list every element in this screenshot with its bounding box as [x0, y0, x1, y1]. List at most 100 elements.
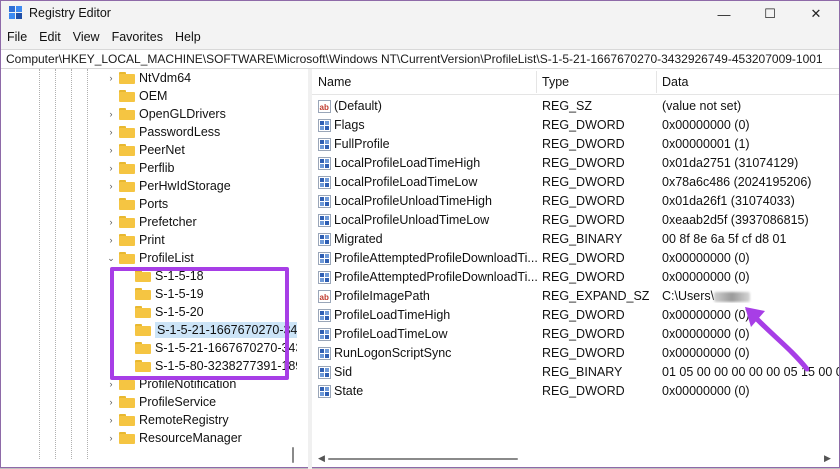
- folder-icon: [119, 180, 135, 192]
- column-header-type[interactable]: Type: [542, 75, 569, 89]
- list-item[interactable]: FullProfile REG_DWORD 0x00000001 (1): [312, 135, 839, 154]
- folder-icon: [119, 414, 135, 426]
- value-type: REG_SZ: [542, 99, 593, 113]
- value-type: REG_DWORD: [542, 308, 625, 322]
- value-name: Migrated: [334, 232, 383, 246]
- list-item[interactable]: LocalProfileLoadTimeLow REG_DWORD 0x78a6c4…: [312, 173, 839, 192]
- folder-icon: [119, 252, 135, 264]
- maximize-button[interactable]: ☐: [747, 1, 793, 27]
- registry-editor-app-icon: [9, 6, 22, 19]
- tree-scrollbar-thumb[interactable]: [292, 447, 294, 463]
- tree-node-label: NtVdm64: [139, 71, 192, 85]
- folder-icon: [119, 126, 135, 138]
- value-name: (Default): [334, 99, 382, 113]
- expand-chevron-icon[interactable]: ›: [105, 163, 117, 173]
- title-bar[interactable]: Registry Editor — ☐ ✕: [1, 1, 839, 27]
- menu-edit[interactable]: Edit: [33, 27, 67, 49]
- values-list: Name Type Data ab (Default) REG_SZ (value n…: [312, 69, 839, 459]
- value-type: REG_DWORD: [542, 251, 625, 265]
- value-type: REG_DWORD: [542, 327, 625, 341]
- address-bar[interactable]: Computer\HKEY_LOCAL_MACHINE\SOFTWARE\Mic…: [1, 49, 839, 69]
- list-item[interactable]: LocalProfileUnloadTimeLow REG_DWORD 0xeaab…: [312, 211, 839, 230]
- expand-chevron-icon[interactable]: ›: [105, 379, 117, 389]
- value-name: State: [334, 384, 364, 398]
- folder-icon: [119, 234, 135, 246]
- tree-node[interactable]: › Perflib: [105, 159, 175, 177]
- column-header-name[interactable]: Name: [318, 75, 351, 89]
- binary-value-icon: [318, 157, 331, 170]
- list-item[interactable]: State REG_DWORD 0x00000000 (0): [312, 382, 839, 401]
- expand-chevron-icon[interactable]: ›: [105, 433, 117, 443]
- expand-chevron-icon[interactable]: ›: [105, 217, 117, 227]
- list-item[interactable]: ProfileAttemptedProfileDownloadTi... REG_…: [312, 249, 839, 268]
- binary-value-icon: [318, 138, 331, 151]
- binary-value-icon: [318, 252, 331, 265]
- value-name: ProfileLoadTimeLow: [334, 327, 448, 341]
- value-data: 0x00000000 (0): [662, 251, 750, 265]
- value-data: 0x00000001 (1): [662, 137, 750, 151]
- list-item[interactable]: LocalProfileLoadTimeHigh REG_DWORD 0x01da2…: [312, 154, 839, 173]
- value-data: 0x78a6c486 (2024195206): [662, 175, 812, 189]
- expanded-chevron-icon[interactable]: ⌄: [105, 253, 117, 264]
- binary-value-icon: [318, 271, 331, 284]
- tree-node[interactable]: › PasswordLess: [105, 123, 221, 141]
- hscroll-thumb[interactable]: [328, 458, 518, 460]
- scroll-right-icon[interactable]: ▶: [824, 453, 831, 464]
- tree-node[interactable]: › OpenGLDrivers: [105, 105, 226, 123]
- expand-chevron-icon[interactable]: ›: [105, 397, 117, 407]
- menu-favorites[interactable]: Favorites: [106, 27, 169, 49]
- list-horizontal-scrollbar[interactable]: ◀ ▶: [312, 451, 839, 467]
- tree-node-label: ProfileService: [139, 395, 217, 409]
- tree-node[interactable]: › PerHwIdStorage: [105, 177, 231, 195]
- tree-node[interactable]: › ResourceManager: [105, 429, 242, 447]
- column-header-data[interactable]: Data: [662, 75, 688, 89]
- list-item[interactable]: LocalProfileUnloadTimeHigh REG_DWORD 0x01d…: [312, 192, 839, 211]
- tree-node-label: PeerNet: [139, 143, 185, 157]
- tree-node[interactable]: › NtVdm64: [105, 69, 192, 87]
- tree-node[interactable]: › PeerNet: [105, 141, 185, 159]
- expand-chevron-icon[interactable]: ›: [105, 235, 117, 245]
- value-type: REG_BINARY: [542, 365, 623, 379]
- close-button[interactable]: ✕: [793, 1, 839, 27]
- tree-node-label: Prefetcher: [139, 215, 197, 229]
- binary-value-icon: [318, 214, 331, 227]
- value-type: REG_DWORD: [542, 270, 625, 284]
- tree-node[interactable]: OEM: [105, 87, 167, 105]
- folder-icon: [119, 90, 135, 102]
- pointer-arrow-annotation: [745, 307, 810, 372]
- value-name: LocalProfileLoadTimeLow: [334, 175, 478, 189]
- tree-node[interactable]: › Prefetcher: [105, 213, 197, 231]
- expand-chevron-icon[interactable]: ›: [105, 145, 117, 155]
- menu-file[interactable]: File: [1, 27, 33, 49]
- list-item[interactable]: ab (Default) REG_SZ (value not set): [312, 97, 839, 116]
- minimize-button[interactable]: —: [701, 1, 747, 27]
- tree-node[interactable]: › ProfileService: [105, 393, 217, 411]
- value-name: Flags: [334, 118, 365, 132]
- expand-chevron-icon[interactable]: ›: [105, 181, 117, 191]
- tree-node[interactable]: ⌄ ProfileList: [105, 249, 194, 267]
- value-type: REG_DWORD: [542, 175, 625, 189]
- menu-view[interactable]: View: [67, 27, 106, 49]
- tree-node[interactable]: › Print: [105, 231, 165, 249]
- list-item[interactable]: Flags REG_DWORD 0x00000000 (0): [312, 116, 839, 135]
- value-name: ProfileLoadTimeHigh: [334, 308, 451, 322]
- expand-chevron-icon[interactable]: ›: [105, 73, 117, 83]
- tree-node[interactable]: › RemoteRegistry: [105, 411, 229, 429]
- scroll-left-icon[interactable]: ◀: [318, 453, 325, 464]
- value-name: ProfileAttemptedProfileDownloadTi...: [334, 251, 538, 265]
- value-name: RunLogonScriptSync: [334, 346, 452, 360]
- binary-value-icon: [318, 233, 331, 246]
- value-type: REG_DWORD: [542, 118, 625, 132]
- tree-node[interactable]: Ports: [105, 195, 168, 213]
- menu-help[interactable]: Help: [169, 27, 207, 49]
- binary-value-icon: [318, 309, 331, 322]
- highlight-annotation-box: [110, 267, 289, 380]
- tree-vertical-scrollbar[interactable]: [289, 69, 297, 463]
- expand-chevron-icon[interactable]: ›: [105, 415, 117, 425]
- expand-chevron-icon[interactable]: ›: [105, 127, 117, 137]
- list-item[interactable]: Migrated REG_BINARY 00 8f 8e 6a 5f cf d8 0…: [312, 230, 839, 249]
- binary-value-icon: [318, 366, 331, 379]
- tree-node-label: RemoteRegistry: [139, 413, 229, 427]
- list-item[interactable]: ProfileAttemptedProfileDownloadTi... REG_…: [312, 268, 839, 287]
- expand-chevron-icon[interactable]: ›: [105, 109, 117, 119]
